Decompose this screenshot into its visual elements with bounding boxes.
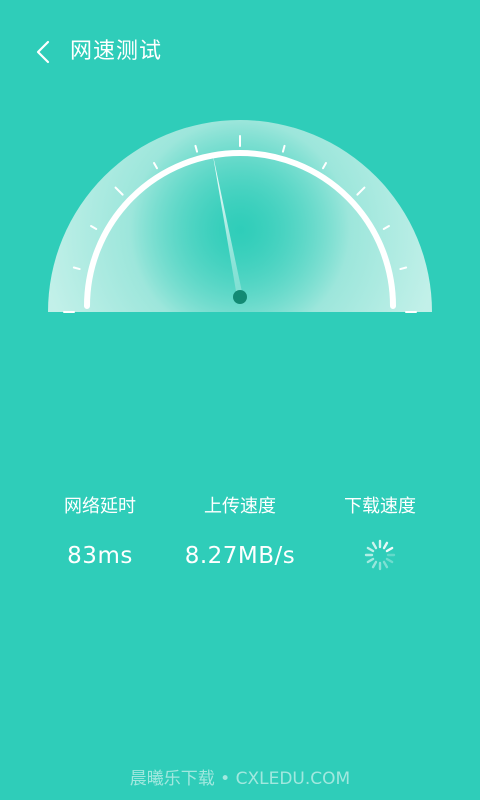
upload-value: 8.27MB/s [184,543,296,569]
download-label: 下载速度 [344,496,416,517]
latency-stat: 网络延时 83ms [20,492,180,576]
download-stat: 下载速度 [300,492,460,572]
speed-stats: 网络延时 83ms 上传速度 8.27MB/s 下载速度 [0,492,480,582]
watermark: 晨曦乐下载 • CXLEDU.COM [129,769,351,789]
chevron-left-icon[interactable] [30,38,58,66]
upload-label: 上传速度 [204,496,276,517]
loading-spinner-icon [364,539,396,571]
latency-value: 83ms [67,543,133,569]
speedometer-gauge [48,120,432,313]
top-bar: 网速测试 [0,26,480,78]
speed-test-screen: 网速测试 网络延时 83ms 上传速度 8.27MB/s 下载速度 晨曦乐下载 … [0,0,480,800]
upload-stat: 上传速度 8.27MB/s [160,492,320,576]
needle-hub [233,290,247,304]
page-title: 网速测试 [70,39,163,64]
latency-label: 网络延时 [64,496,136,517]
